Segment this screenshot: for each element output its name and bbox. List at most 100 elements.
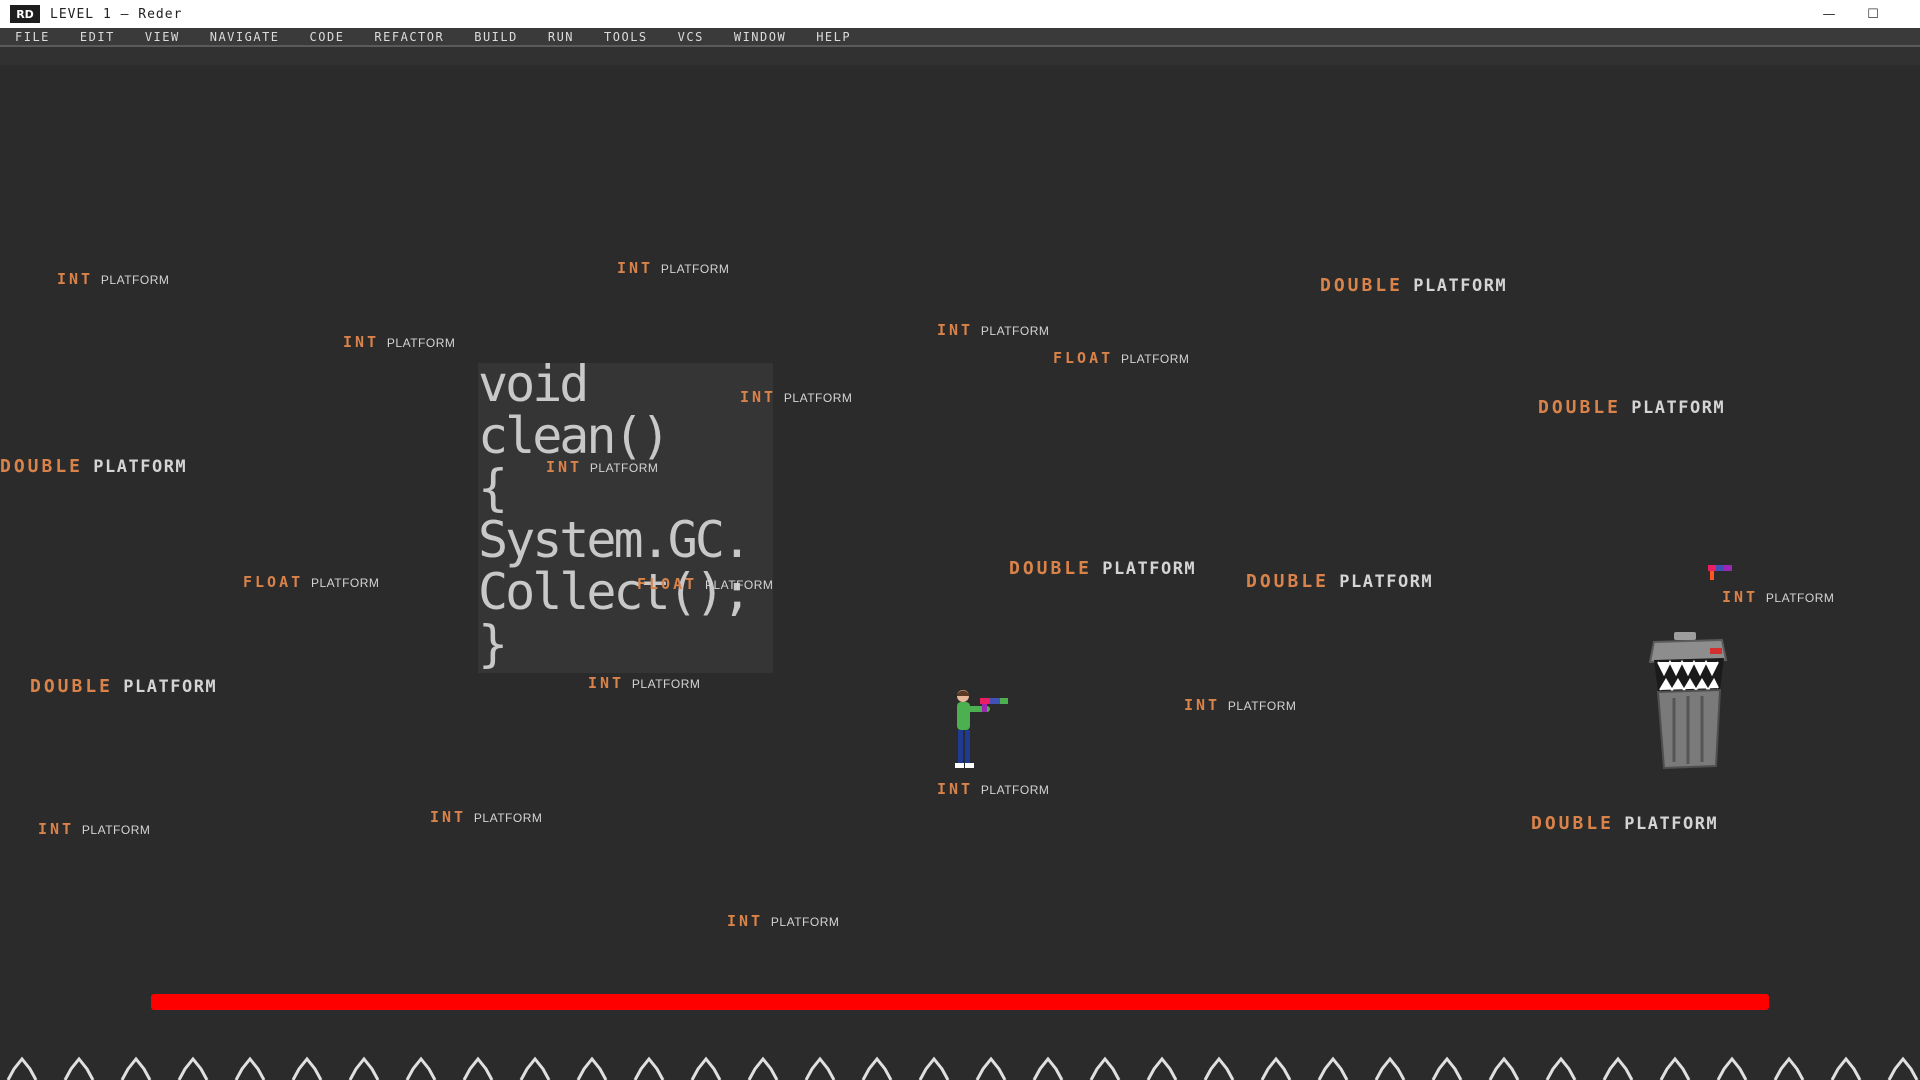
rainbow-gun-icon xyxy=(980,698,1008,712)
spike xyxy=(462,1056,494,1080)
platform-label: PLATFORM xyxy=(1102,559,1197,579)
platform-type: DOUBLE xyxy=(1538,397,1622,418)
menu-file[interactable]: FILE xyxy=(0,30,65,44)
menu-vcs[interactable]: VCS xyxy=(663,30,719,44)
spike xyxy=(1488,1056,1520,1080)
platform-label: PLATFORM xyxy=(386,336,456,350)
spike xyxy=(405,1056,437,1080)
spike xyxy=(1773,1056,1805,1080)
spike xyxy=(1602,1056,1634,1080)
spike xyxy=(1659,1056,1691,1080)
trash-can-monster xyxy=(1648,632,1728,770)
spike xyxy=(234,1056,266,1080)
platform-label: PLATFORM xyxy=(1339,572,1434,592)
platform-type: INT xyxy=(546,458,583,476)
menu-code[interactable]: CODE xyxy=(295,30,360,44)
platform-label: PLATFORM xyxy=(81,823,151,837)
menu-window[interactable]: WINDOW xyxy=(719,30,801,44)
spike xyxy=(1260,1056,1292,1080)
health-bar xyxy=(151,994,1769,1010)
platform-label: PLATFORM xyxy=(1120,352,1190,366)
int-platform: INT PLATFORM xyxy=(617,259,729,277)
platform-label: PLATFORM xyxy=(1227,699,1297,713)
platform-label: PLATFORM xyxy=(1765,591,1835,605)
platform-label: PLATFORM xyxy=(473,811,543,825)
double-platform: DOUBLE PLATFORM xyxy=(1246,571,1433,592)
platform-type: INT xyxy=(937,321,974,339)
menu-view[interactable]: VIEW xyxy=(130,30,195,44)
platform-label: PLATFORM xyxy=(980,324,1050,338)
platform-type: INT xyxy=(740,388,777,406)
platform-label: PLATFORM xyxy=(783,391,853,405)
menu-tools[interactable]: TOOLS xyxy=(589,30,663,44)
spike xyxy=(1089,1056,1121,1080)
platform-label: PLATFORM xyxy=(100,273,170,287)
int-platform: INT PLATFORM xyxy=(727,912,839,930)
platform-label: PLATFORM xyxy=(770,915,840,929)
platform-label: PLATFORM xyxy=(310,576,380,590)
menu-build[interactable]: BUILD xyxy=(459,30,533,44)
minimize-button[interactable]: — xyxy=(1822,7,1836,22)
platform-label: PLATFORM xyxy=(631,677,701,691)
platform-type: FLOAT xyxy=(1053,349,1114,367)
platform-label: PLATFORM xyxy=(1624,814,1719,834)
menu-refactor[interactable]: REFACTOR xyxy=(359,30,459,44)
double-platform: DOUBLE PLATFORM xyxy=(1320,275,1507,296)
spike xyxy=(1374,1056,1406,1080)
spike xyxy=(576,1056,608,1080)
menu-navigate[interactable]: NAVIGATE xyxy=(195,30,295,44)
spike xyxy=(975,1056,1007,1080)
app-logo: RD xyxy=(10,5,40,23)
menu-run[interactable]: RUN xyxy=(533,30,589,44)
int-platform: INT PLATFORM xyxy=(57,270,169,288)
title-bar: RD LEVEL 1 – Reder — ☐ xyxy=(0,0,1920,28)
float-platform: FLOAT PLATFORM xyxy=(637,575,773,593)
toolbar-strip xyxy=(0,47,1920,65)
platform-type: DOUBLE xyxy=(1009,558,1093,579)
double-platform: DOUBLE PLATFORM xyxy=(1538,397,1725,418)
platform-type: INT xyxy=(343,333,380,351)
platform-type: DOUBLE xyxy=(30,676,114,697)
platform-type: FLOAT xyxy=(637,575,698,593)
maximize-button[interactable]: ☐ xyxy=(1866,7,1880,22)
spike xyxy=(633,1056,665,1080)
int-platform: INT PLATFORM xyxy=(546,458,658,476)
spike xyxy=(1317,1056,1349,1080)
spike xyxy=(1431,1056,1463,1080)
platform-label: PLATFORM xyxy=(1413,276,1508,296)
spike xyxy=(747,1056,779,1080)
platform-label: PLATFORM xyxy=(589,461,659,475)
spike xyxy=(120,1056,152,1080)
platform-type: INT xyxy=(1722,588,1759,606)
spike xyxy=(1545,1056,1577,1080)
menu-help[interactable]: HELP xyxy=(801,30,866,44)
platform-type: INT xyxy=(1184,696,1221,714)
int-platform: INT PLATFORM xyxy=(1184,696,1296,714)
spike xyxy=(861,1056,893,1080)
spike xyxy=(918,1056,950,1080)
platform-label: PLATFORM xyxy=(1631,398,1726,418)
int-platform: INT PLATFORM xyxy=(588,674,700,692)
rainbow-gun-pickup-icon[interactable] xyxy=(1706,563,1736,583)
platform-type: INT xyxy=(57,270,94,288)
spike xyxy=(1146,1056,1178,1080)
int-platform: INT PLATFORM xyxy=(1722,588,1834,606)
spike xyxy=(804,1056,836,1080)
int-platform: INT PLATFORM xyxy=(937,321,1049,339)
spike-floor xyxy=(6,1056,1919,1080)
menu-bar: FILE EDIT VIEW NAVIGATE CODE REFACTOR BU… xyxy=(0,28,1920,47)
spike xyxy=(348,1056,380,1080)
spike xyxy=(63,1056,95,1080)
double-platform: DOUBLE PLATFORM xyxy=(30,676,217,697)
spike xyxy=(1887,1056,1919,1080)
platform-type: DOUBLE xyxy=(1320,275,1404,296)
menu-edit[interactable]: EDIT xyxy=(65,30,130,44)
spike xyxy=(6,1056,38,1080)
spike xyxy=(1203,1056,1235,1080)
double-platform: DOUBLE PLATFORM xyxy=(1009,558,1196,579)
spike xyxy=(519,1056,551,1080)
spike xyxy=(1830,1056,1862,1080)
spike xyxy=(1032,1056,1064,1080)
platform-label: PLATFORM xyxy=(123,677,218,697)
platform-type: FLOAT xyxy=(243,573,304,591)
